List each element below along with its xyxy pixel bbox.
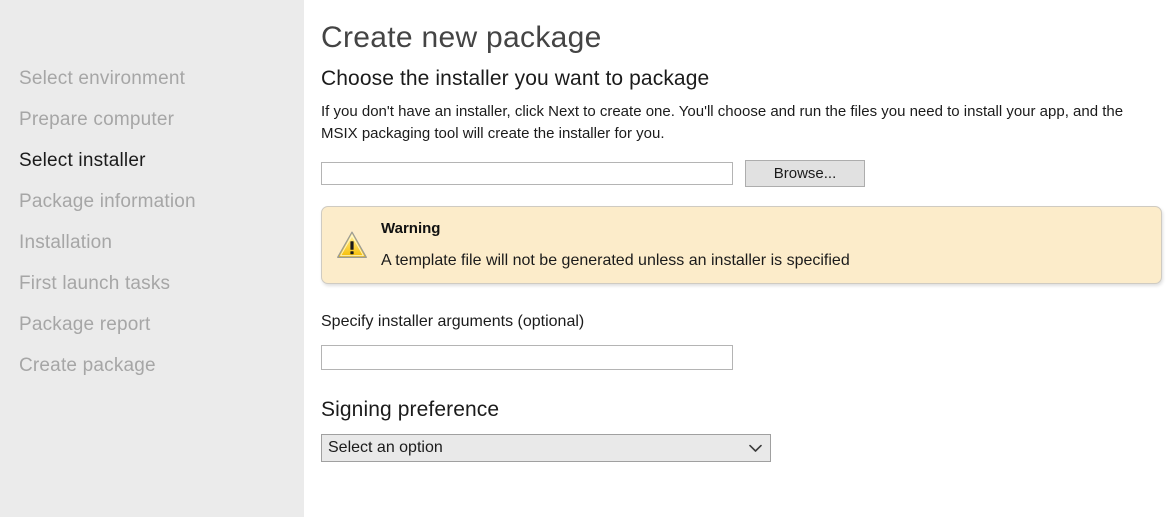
signing-preference-selected-value[interactable]: Select an option <box>321 434 771 462</box>
msix-packaging-tool-window: Select environment Prepare computer Sele… <box>0 0 1173 517</box>
sidebar-item-label: Package information <box>19 191 196 212</box>
sidebar-item-select-installer[interactable]: Select installer <box>0 140 304 181</box>
signing-preference-heading: Signing preference <box>321 398 500 421</box>
warning-text-group: Warning A template file will not be gene… <box>381 219 850 272</box>
sidebar-item-label: Prepare computer <box>19 109 175 130</box>
sidebar-item-package-report[interactable]: Package report <box>0 304 304 345</box>
sidebar-item-label: Create package <box>19 355 156 376</box>
installer-arguments-label: Specify installer arguments (optional) <box>321 313 585 330</box>
warning-triangle-icon <box>335 228 369 262</box>
sidebar-item-label: Package report <box>19 314 151 335</box>
sidebar-item-label: Select environment <box>19 68 186 89</box>
sidebar-item-first-launch-tasks[interactable]: First launch tasks <box>0 263 304 304</box>
section-heading: Choose the installer you want to package <box>321 67 710 90</box>
sidebar-item-installation[interactable]: Installation <box>0 222 304 263</box>
signing-preference-dropdown[interactable]: Select an option <box>321 434 771 462</box>
section-description: If you don't have an installer, click Ne… <box>321 103 1124 142</box>
sidebar-item-prepare-computer[interactable]: Prepare computer <box>0 99 304 140</box>
warning-title: Warning <box>381 219 441 237</box>
warning-message: A template file will not be generated un… <box>381 251 850 269</box>
sidebar-item-create-package[interactable]: Create package <box>0 345 304 386</box>
sidebar-item-label: Select installer <box>19 150 146 171</box>
installer-path-row: Browse... <box>321 160 1173 187</box>
browse-button[interactable]: Browse... <box>745 160 865 187</box>
main-content-panel: Create new package Choose the installer … <box>304 0 1173 517</box>
sidebar-item-label: First launch tasks <box>19 273 171 294</box>
sidebar-item-package-information[interactable]: Package information <box>0 181 304 222</box>
sidebar-item-select-environment[interactable]: Select environment <box>0 58 304 99</box>
warning-banner: Warning A template file will not be gene… <box>321 206 1162 284</box>
wizard-step-sidebar: Select environment Prepare computer Sele… <box>0 0 304 517</box>
sidebar-item-label: Installation <box>19 232 113 253</box>
installer-path-input[interactable] <box>321 162 733 185</box>
installer-arguments-input[interactable] <box>321 345 733 370</box>
page-title: Create new package <box>321 21 602 54</box>
